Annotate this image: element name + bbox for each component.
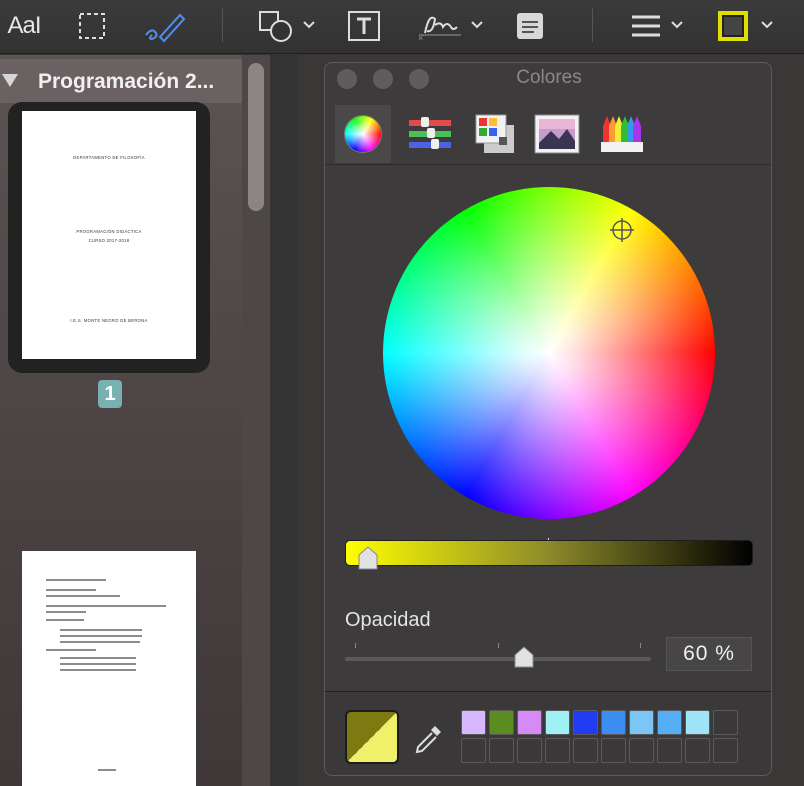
eyedropper-icon[interactable]	[411, 722, 445, 756]
current-color-swatch[interactable]	[345, 710, 399, 764]
pencils-mode-icon[interactable]	[593, 105, 649, 163]
color-wheel-mode-icon[interactable]	[335, 105, 391, 163]
toolbar-divider	[222, 8, 223, 42]
thumb-line	[60, 635, 142, 637]
text-box-icon[interactable]	[344, 6, 384, 46]
svg-text:×: ×	[418, 33, 423, 43]
image-palettes-mode-icon[interactable]	[529, 105, 585, 163]
panel-title: Colores	[516, 67, 582, 88]
sketch-icon[interactable]	[140, 6, 188, 46]
color-wheel[interactable]	[383, 187, 715, 519]
text-tool-icon[interactable]: AaI	[0, 6, 48, 46]
color-palettes-mode-icon[interactable]	[467, 105, 523, 163]
swatch-bar	[325, 691, 771, 775]
color-swatch[interactable]	[601, 710, 626, 735]
color-swatch[interactable]	[489, 710, 514, 735]
toolbar-divider	[592, 8, 593, 42]
empty-swatch[interactable]	[489, 738, 514, 763]
thumb-text: I.E.S. MONTE NEGRO DE BERONA	[70, 318, 148, 323]
thumb-line	[46, 579, 106, 581]
brightness-slider[interactable]	[345, 540, 753, 566]
color-swatch[interactable]	[545, 710, 570, 735]
empty-swatch[interactable]	[685, 738, 710, 763]
sidebar-doc-header[interactable]: Programación 2...	[0, 59, 242, 103]
panel-titlebar[interactable]: Colores	[325, 63, 771, 93]
signature-icon[interactable]: ×	[414, 6, 466, 46]
color-swatch[interactable]	[629, 710, 654, 735]
empty-swatch[interactable]	[713, 738, 738, 763]
scrollbar-thumb[interactable]	[248, 63, 264, 211]
empty-swatch[interactable]	[545, 738, 570, 763]
opacity-tick	[498, 643, 499, 648]
thumb-line	[46, 595, 120, 597]
toolbar: AaI ×	[0, 0, 804, 54]
opacity-knob[interactable]	[513, 645, 535, 669]
chevron-down-icon[interactable]	[470, 18, 484, 32]
color-swatch[interactable]	[517, 710, 542, 735]
crosshair-icon[interactable]	[609, 217, 635, 243]
color-sliders-mode-icon[interactable]	[401, 105, 457, 163]
rect-select-icon[interactable]	[74, 6, 110, 46]
thumb-line	[98, 769, 116, 771]
shapes-icon[interactable]	[256, 6, 296, 46]
thumb-line	[60, 641, 140, 643]
color-swatch[interactable]	[685, 710, 710, 735]
thumb-line	[46, 649, 96, 651]
page-number-badge: 1	[98, 380, 122, 408]
page-thumbnail-2[interactable]	[22, 551, 196, 786]
thumb-text: CURSO 2017-2018	[88, 238, 130, 243]
empty-swatch[interactable]	[601, 738, 626, 763]
colors-panel: Colores Opacidad 60 %	[324, 62, 772, 776]
thumb-line	[60, 657, 136, 659]
color-mode-bar	[325, 97, 771, 165]
sidebar-divider	[270, 55, 298, 786]
thumb-line	[46, 611, 86, 613]
note-icon[interactable]	[512, 6, 548, 46]
chevron-down-icon[interactable]	[302, 18, 316, 32]
chevron-down-icon[interactable]	[760, 18, 774, 32]
page-thumbnail-1[interactable]: DEPARTAMENTO DE FILOSOFÍA PROGRAMACIÓN D…	[22, 111, 196, 359]
line-style-icon[interactable]	[628, 6, 664, 46]
opacity-value-field[interactable]: 60 %	[666, 637, 752, 671]
thumb-text: PROGRAMACIÓN DIDÁCTICA	[76, 229, 142, 234]
thumb-line	[46, 619, 84, 621]
empty-swatch[interactable]	[573, 738, 598, 763]
thumb-line	[60, 669, 136, 671]
opacity-label: Opacidad	[345, 609, 431, 631]
empty-swatch[interactable]	[657, 738, 682, 763]
empty-swatch[interactable]	[461, 738, 486, 763]
chevron-down-icon[interactable]	[670, 18, 684, 32]
thumb-line	[46, 605, 166, 607]
doc-title: Programación 2...	[38, 70, 215, 93]
color-swatch[interactable]	[573, 710, 598, 735]
thumb-line	[46, 589, 96, 591]
thumb-line	[60, 629, 142, 631]
brightness-knob[interactable]	[357, 545, 379, 571]
disclosure-triangle-icon[interactable]	[2, 74, 18, 87]
empty-swatch[interactable]	[629, 738, 654, 763]
thumb-text: DEPARTAMENTO DE FILOSOFÍA	[73, 155, 145, 160]
color-swatch[interactable]	[657, 710, 682, 735]
color-swatch[interactable]	[461, 710, 486, 735]
thumb-line	[60, 663, 136, 665]
text-tool-label: AaI	[7, 12, 41, 39]
opacity-tick	[640, 643, 641, 648]
opacity-tick	[355, 643, 356, 648]
opacity-slider[interactable]	[345, 657, 651, 661]
border-color-icon[interactable]	[714, 6, 752, 46]
empty-swatch[interactable]	[713, 710, 738, 735]
empty-swatch[interactable]	[517, 738, 542, 763]
